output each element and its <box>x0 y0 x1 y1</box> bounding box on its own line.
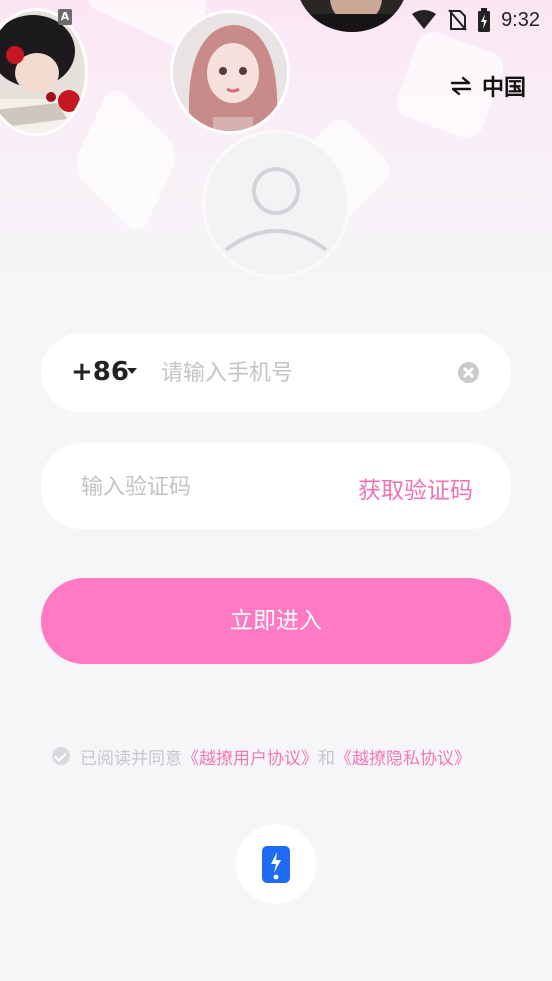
one-tap-login-button[interactable] <box>236 824 316 904</box>
enter-button[interactable]: 立即进入 <box>41 578 511 664</box>
status-icons: 9:32 <box>411 6 540 34</box>
region-switch[interactable]: 中国 <box>450 70 526 102</box>
agreement-prefix: 已阅读并同意 <box>80 748 182 769</box>
region-label[interactable]: 中国 <box>482 70 526 102</box>
phone-field: +86 <box>41 333 511 412</box>
avatar-placeholder[interactable] <box>202 130 350 278</box>
user-silhouette-icon <box>225 167 327 251</box>
agreement-row: 已阅读并同意 《越撩用户协议》 和 《越撩隐私协议》 <box>52 744 471 769</box>
status-bar: A 9:32 <box>0 0 552 40</box>
privacy-agreement-link[interactable]: 《越撩隐私协议》 <box>335 744 471 769</box>
swap-arrows-icon <box>450 76 472 96</box>
one-tap-phone-login-icon <box>262 846 290 883</box>
get-code-button[interactable]: 获取验证码 <box>358 471 473 505</box>
clear-icon[interactable] <box>458 362 479 383</box>
user-agreement-link[interactable]: 《越撩用户协议》 <box>182 744 318 769</box>
wifi-icon <box>412 10 437 29</box>
clock: 9:32 <box>501 8 540 31</box>
battery-charging-icon <box>478 8 491 32</box>
agreement-checkbox[interactable] <box>52 747 70 765</box>
country-code-dropdown-icon[interactable] <box>127 368 137 374</box>
country-code[interactable]: +86 <box>71 357 129 387</box>
verification-code-field: 获取验证码 <box>41 443 511 529</box>
phone-input[interactable] <box>159 353 443 393</box>
verification-code-input[interactable] <box>79 467 323 507</box>
background-shape <box>70 81 182 239</box>
notification-icon: A <box>58 9 72 25</box>
agreement-and: 和 <box>318 748 335 769</box>
no-sim-icon <box>448 9 467 31</box>
